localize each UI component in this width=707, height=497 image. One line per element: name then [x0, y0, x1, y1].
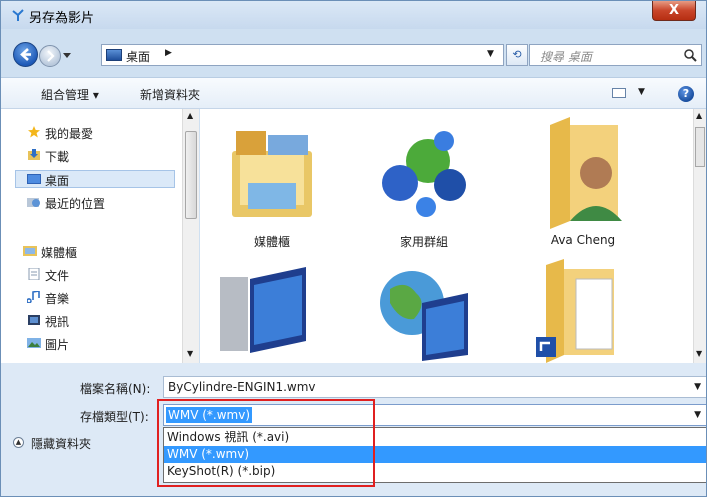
scroll-up-arrow-icon[interactable]: ▲ [696, 111, 702, 120]
filetype-option-selected[interactable]: WMV (*.wmv) [164, 446, 706, 463]
filename-input[interactable]: ByCylindre-ENGIN1.wmv ▼ [163, 376, 706, 398]
documents-icon [28, 268, 40, 280]
hide-folders-label[interactable]: 隱藏資料夾 [31, 435, 91, 452]
title-bar: 另存為影片 X [1, 1, 706, 29]
forward-arrow-icon [47, 50, 55, 62]
close-button[interactable]: X [652, 1, 696, 21]
search-placeholder: 搜尋 桌面 [540, 50, 592, 64]
music-icon [27, 291, 40, 303]
window-title: 另存為影片 [29, 11, 95, 26]
collapse-icon: ▲ [13, 437, 24, 448]
address-dropdown-icon[interactable]: ▼ [487, 49, 494, 59]
back-button[interactable] [13, 42, 38, 67]
videos-icon [28, 315, 40, 325]
filetype-value[interactable]: WMV (*.wmv) [166, 407, 253, 423]
new-folder-button[interactable]: 新增資料夾 [140, 86, 200, 103]
filetype-option[interactable]: Windows 視訊 (*.avi) [164, 429, 706, 446]
shortcut-folder-icon[interactable] [536, 259, 622, 363]
tile-label-user[interactable]: Ava Cheng [528, 233, 638, 247]
navigation-pane: 我的最愛 下載 桌面 最近的位置 媒體櫃 文件 音樂 視訊 圖片 [1, 109, 182, 363]
content-pane: 媒體櫃 家用群組 Ava Cheng [200, 109, 693, 363]
libraries-folder-icon[interactable] [228, 121, 316, 221]
recent-places-icon [27, 198, 40, 207]
nav-item-videos[interactable]: 視訊 [45, 313, 69, 330]
desktop-icon [27, 174, 41, 184]
save-as-dialog: 另存為影片 X 桌面 ▶ ▼ ⟲ 搜尋 桌面 組合管理 ▾ 新增資料夾 ▼ ? … [0, 0, 707, 497]
filename-dropdown-icon[interactable]: ▼ [694, 382, 701, 392]
nav-item-downloads[interactable]: 下載 [45, 148, 69, 165]
help-icon[interactable]: ? [678, 86, 694, 102]
nav-item-desktop[interactable]: 桌面 [45, 172, 69, 189]
computer-icon[interactable] [220, 261, 312, 361]
nav-item-libraries[interactable]: 媒體櫃 [41, 244, 77, 261]
organize-menu[interactable]: 組合管理 ▾ [41, 86, 99, 103]
history-dropdown-icon[interactable] [63, 52, 71, 60]
libraries-icon [23, 246, 37, 256]
search-icon[interactable] [683, 48, 697, 62]
network-globe-icon[interactable] [376, 259, 472, 361]
forward-button[interactable] [39, 45, 61, 67]
tile-label-homegroup[interactable]: 家用群組 [369, 233, 479, 250]
navigation-scrollbar[interactable]: ▲ ▼ [182, 109, 199, 363]
nav-item-favorites[interactable]: 我的最愛 [45, 125, 93, 142]
scroll-up-arrow-icon[interactable]: ▲ [187, 111, 193, 120]
save-form: 檔案名稱(N): ByCylindre-ENGIN1.wmv ▼ 存檔類型(T)… [1, 363, 706, 496]
view-dropdown-icon[interactable]: ▼ [638, 87, 645, 97]
navigation-bar: 桌面 ▶ ▼ ⟲ 搜尋 桌面 [1, 37, 706, 69]
app-icon [12, 9, 24, 21]
content-scrollbar[interactable]: ▲ ▼ [693, 109, 706, 363]
nav-item-music[interactable]: 音樂 [45, 290, 69, 307]
user-folder-icon[interactable] [540, 117, 630, 229]
filename-value[interactable]: ByCylindre-ENGIN1.wmv [168, 380, 316, 394]
view-options-icon[interactable] [612, 88, 626, 98]
homegroup-icon[interactable] [378, 123, 472, 219]
refresh-icon: ⟲ [512, 48, 522, 61]
filename-label: 檔案名稱(N): [80, 382, 151, 396]
back-arrow-icon [20, 48, 31, 61]
filetype-dropdown-list: Windows 視訊 (*.avi) WMV (*.wmv) KeyShot(R… [163, 427, 706, 483]
filetype-option[interactable]: KeyShot(R) (*.bip) [164, 463, 706, 480]
nav-item-pictures[interactable]: 圖片 [45, 336, 69, 353]
command-toolbar: 組合管理 ▾ 新增資料夾 ▼ ? [1, 77, 706, 109]
scroll-down-arrow-icon[interactable]: ▼ [187, 349, 193, 358]
star-icon [28, 126, 40, 138]
nav-item-documents[interactable]: 文件 [45, 267, 69, 284]
scrollbar-thumb[interactable] [185, 131, 197, 219]
tile-label-libraries[interactable]: 媒體櫃 [217, 233, 327, 250]
scroll-down-arrow-icon[interactable]: ▼ [696, 349, 702, 358]
downloads-icon [28, 149, 40, 160]
filetype-dropdown-icon[interactable]: ▼ [694, 410, 701, 420]
address-bar[interactable]: 桌面 ▶ ▼ [101, 44, 504, 66]
filetype-select[interactable]: WMV (*.wmv) ▼ [163, 404, 706, 426]
refresh-button[interactable]: ⟲ [506, 44, 528, 66]
filetype-label: 存檔類型(T): [80, 410, 149, 424]
search-box[interactable]: 搜尋 桌面 [529, 44, 702, 66]
pictures-icon [27, 338, 41, 348]
breadcrumb-arrow-icon[interactable]: ▶ [165, 48, 172, 58]
desktop-icon [106, 49, 122, 61]
address-location[interactable]: 桌面 [126, 48, 150, 65]
nav-item-recent-places[interactable]: 最近的位置 [45, 195, 105, 212]
scrollbar-thumb[interactable] [695, 127, 705, 167]
